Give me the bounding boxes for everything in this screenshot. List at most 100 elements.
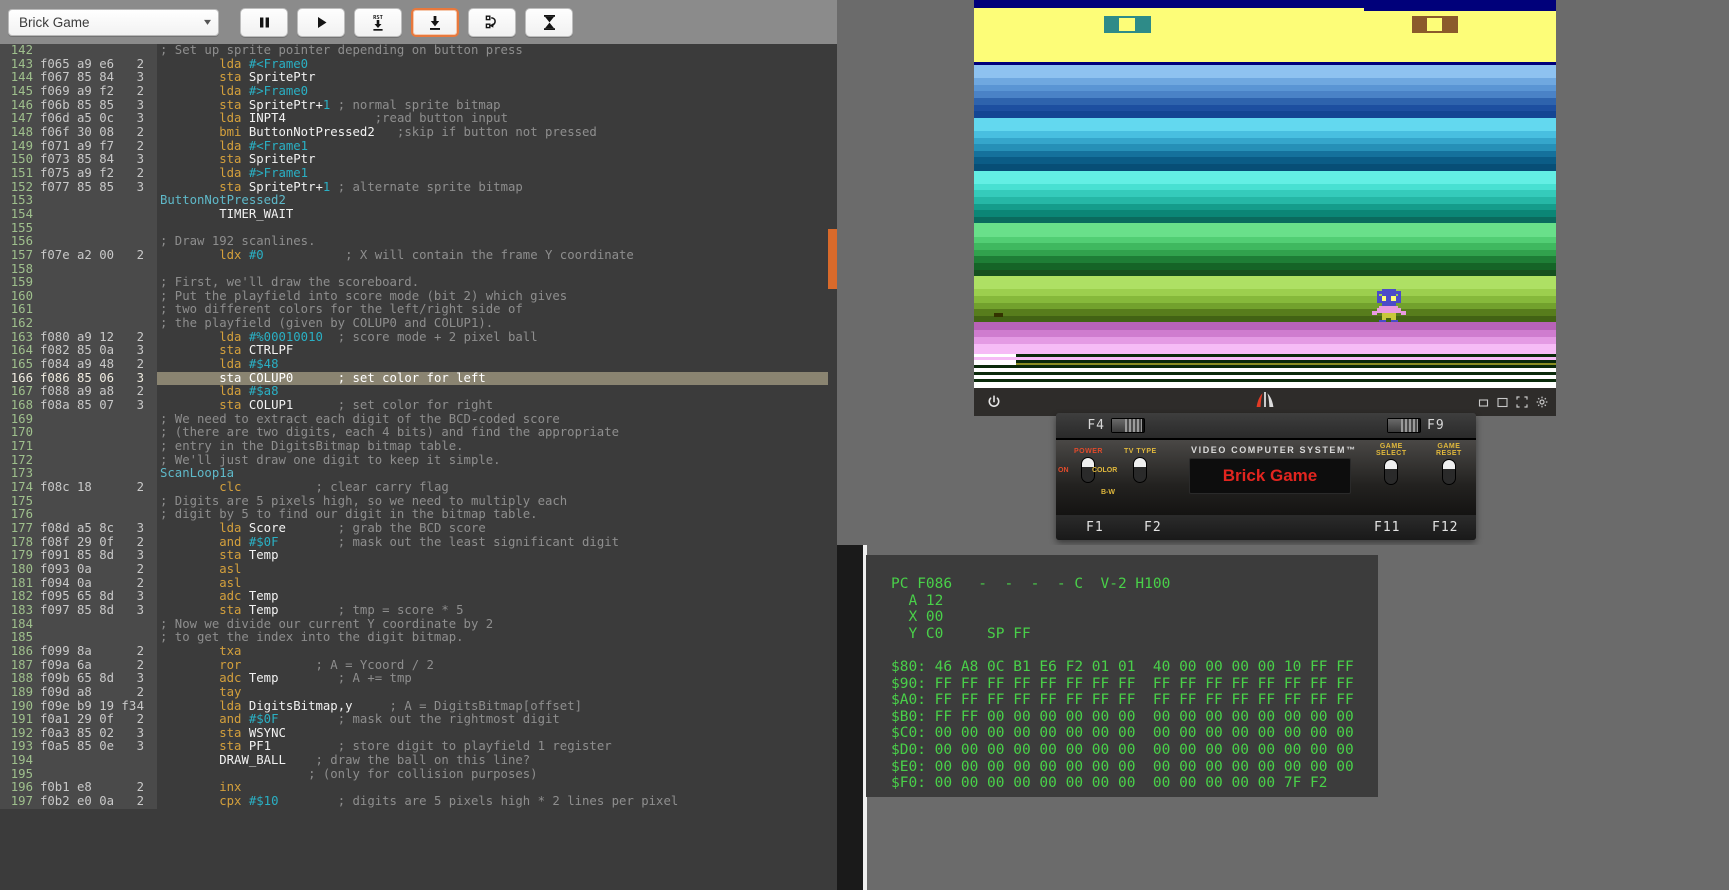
code-line[interactable]: 188 f09b 65 8d 3 adc Temp ; A += tmp — [0, 671, 837, 686]
f11-label[interactable]: F11 — [1374, 520, 1400, 535]
game-select-knob[interactable] — [1384, 459, 1399, 485]
code-line[interactable]: 191 f0a1 29 0f 2 and #$0F ; mask out the r… — [0, 712, 837, 727]
code-line[interactable]: 184 ; Now we divide our current Y coordin… — [0, 616, 837, 632]
tvtype-knob[interactable] — [1133, 457, 1148, 483]
code-line[interactable]: 190 f09e b9 19 f3 4 lda DigitsBitmap,y ; A… — [0, 699, 837, 714]
code-line[interactable]: 196 f0b1 e8 2 inx — [0, 781, 837, 796]
code-line[interactable]: 159 ; First, we'll draw the scoreboard. — [0, 275, 837, 290]
code-line[interactable]: 177 f08d a5 8c 3 lda Score ; grab the BCD … — [0, 520, 837, 536]
code-gutter: 176 — [0, 508, 157, 522]
code-line[interactable]: 143 f065 a9 e6 2 lda #<Frame0 — [0, 57, 837, 72]
code-line[interactable]: 149 f071 a9 f7 2 lda #<Frame1 — [0, 139, 837, 154]
code-line[interactable]: 145 f069 a9 f2 2 lda #>Frame0 — [0, 83, 837, 99]
code-text: lda #$48 — [219, 357, 279, 372]
code-line[interactable]: 171 ; entry in the DigitsBitmap bitmap ta… — [0, 439, 837, 454]
f1-label[interactable]: F1 — [1086, 520, 1104, 535]
code-line[interactable]: 151 f075 a9 f2 2 lda #>Frame1 — [0, 166, 837, 181]
f4-switch[interactable] — [1111, 418, 1145, 433]
reset-button[interactable]: RST — [354, 7, 402, 37]
step-into-button[interactable] — [411, 7, 459, 37]
code-line[interactable]: 169 ; We need to extract each digit of th… — [0, 412, 837, 427]
maximize-icon[interactable] — [1497, 397, 1508, 408]
code-line[interactable]: 163 f080 a9 12 2 lda #%00010010 ; score mo… — [0, 330, 837, 345]
code-line[interactable]: 193 f0a5 85 0e 3 sta PF1 ; store digit to … — [0, 740, 837, 755]
code-line[interactable]: 194 DRAW_BALL ; draw the ball on this li… — [0, 753, 837, 768]
pause-icon — [258, 16, 271, 29]
game-reset-knob[interactable] — [1441, 459, 1456, 485]
fullscreen-icon[interactable] — [1516, 396, 1528, 408]
emulator-screen[interactable] — [974, 0, 1556, 388]
line-number: 177 — [10, 520, 33, 535]
code-line[interactable]: 154 TIMER_WAIT — [0, 206, 837, 222]
code-line[interactable]: 179 f091 85 8d 3 sta Temp — [0, 548, 837, 563]
line-cycles: 3 — [136, 398, 144, 413]
f2-label[interactable]: F2 — [1144, 520, 1162, 535]
code-line[interactable]: 197 f0b2 e0 0a 2 cpx #$10 ; digits are 5 p… — [0, 794, 837, 809]
step-over-button[interactable] — [468, 7, 516, 37]
code-line[interactable]: 160 ; Put the playfield into score mode (… — [0, 289, 837, 304]
f9-switch[interactable] — [1387, 418, 1421, 433]
code-line[interactable]: 161 ; two different colors for the left/r… — [0, 303, 837, 318]
code-gutter: 156 — [0, 235, 157, 249]
code-line[interactable]: 181 f094 0a 2 asl — [0, 576, 837, 591]
code-line[interactable]: 167 f088 a9 a8 2 lda #$a8 — [0, 385, 837, 400]
code-line[interactable]: 166 f086 85 06 3 sta COLUP0 ; set color fo… — [0, 371, 837, 386]
f12-label[interactable]: F12 — [1432, 520, 1458, 535]
code-text: ; Now we divide our current Y coordinate… — [160, 616, 494, 631]
run-to-time-button[interactable] — [525, 7, 573, 37]
code-line[interactable]: 173 ScanLoop1a — [0, 467, 837, 481]
rom-selector[interactable]: Brick Game ▾ — [8, 8, 219, 36]
code-line[interactable]: 155 — [0, 221, 837, 236]
editor-scrollbar[interactable] — [828, 44, 837, 890]
line-address: f093 0a — [40, 561, 92, 576]
code-line[interactable]: 158 — [0, 262, 837, 277]
code-editor[interactable]: 142 ; Set up sprite pointer depending on … — [0, 44, 837, 890]
code-text: txa — [219, 643, 242, 658]
settings-icon[interactable] — [1536, 396, 1548, 408]
code-line[interactable]: 185 ; to get the index into the digit bit… — [0, 630, 837, 645]
code-line[interactable]: 189 f09d a8 2 tay — [0, 685, 837, 700]
code-line[interactable]: 153 ButtonNotPressed2 — [0, 193, 837, 208]
code-line[interactable]: 148 f06f 30 08 2 bmi ButtonNotPressed2 ;sk… — [0, 125, 837, 140]
code-line[interactable]: 195 ; (only for collision purposes) — [0, 767, 837, 782]
code-text: lda #>Frame0 — [219, 83, 309, 98]
code-text: TIMER_WAIT — [219, 206, 294, 221]
minimize-icon[interactable] — [1478, 397, 1489, 408]
code-line[interactable]: 178 f08f 29 0f 2 and #$0F ; mask out the l… — [0, 535, 837, 550]
code-line[interactable]: 180 f093 0a 2 asl — [0, 561, 837, 577]
code-line[interactable]: 170 ; (there are two digits, each 4 bits)… — [0, 426, 837, 441]
code-line[interactable]: 152 f077 85 85 3 sta SpritePtr+1 ; alterna… — [0, 180, 837, 195]
pause-button[interactable] — [240, 7, 288, 37]
code-line[interactable]: 175 ; Digits are 5 pixels high, so we nee… — [0, 494, 837, 509]
code-gutter: 189 f09d a8 2 — [0, 685, 157, 700]
line-number: 191 — [10, 712, 33, 727]
code-line[interactable]: 165 f084 a9 48 2 lda #$48 — [0, 357, 837, 372]
code-line[interactable]: 176 ; digit by 5 to find our digit in the… — [0, 507, 837, 522]
code-line[interactable]: 162 ; the playfield (given by COLUP0 and … — [0, 316, 837, 331]
code-line[interactable]: 174 f08c 18 2 clc ; clear carry flag — [0, 480, 837, 495]
code-gutter: 166 f086 85 06 3 — [0, 371, 157, 386]
code-line[interactable]: 142 ; Set up sprite pointer depending on … — [0, 44, 837, 58]
code-line[interactable]: 150 f073 85 84 3 sta SpritePtr — [0, 152, 837, 167]
code-line[interactable]: 144 f067 85 84 3 sta SpritePtr — [0, 70, 837, 85]
code-line[interactable]: 156 ; Draw 192 scanlines. — [0, 234, 837, 249]
raster-band — [974, 276, 1556, 283]
code-line[interactable]: 146 f06b 85 85 3 sta SpritePtr+1 ; normal … — [0, 98, 837, 113]
debugger-output-box[interactable]: PC F086 - - - - C V-2 H100 A 12 X 00 Y C… — [866, 555, 1378, 797]
code-line[interactable]: 168 f08a 85 07 3 sta COLUP1 ; set color fo… — [0, 398, 837, 413]
code-line[interactable]: 182 f095 65 8d 3 adc Temp — [0, 589, 837, 604]
tvtype-switch-group: TV TYPE — [1124, 448, 1157, 483]
code-line[interactable]: 187 f09a 6a 2 ror ; A = Ycoord / 2 — [0, 657, 837, 673]
code-line[interactable]: 186 f099 8a 2 txa — [0, 643, 837, 659]
code-line[interactable]: 183 f097 85 8d 3 sta Temp ; tmp = score * … — [0, 603, 837, 618]
code-line[interactable]: 192 f0a3 85 02 3 sta WSYNC — [0, 725, 837, 741]
code-line[interactable]: 147 f06d a5 0c 3 lda INPT4 ;read button in… — [0, 111, 837, 126]
line-cycles: 2 — [136, 657, 144, 672]
line-address: f0a3 85 02 — [40, 725, 115, 740]
run-button[interactable] — [297, 7, 345, 37]
code-line[interactable]: 172 ; We'll just draw one digit to keep i… — [0, 453, 837, 468]
editor-scrollbar-thumb[interactable] — [828, 229, 837, 289]
code-line[interactable]: 164 f082 85 0a 3 sta CTRLPF — [0, 344, 837, 359]
power-icon[interactable] — [986, 394, 1002, 410]
code-line[interactable]: 157 f07e a2 00 2 ldx #0 ; X will contain t… — [0, 248, 837, 263]
